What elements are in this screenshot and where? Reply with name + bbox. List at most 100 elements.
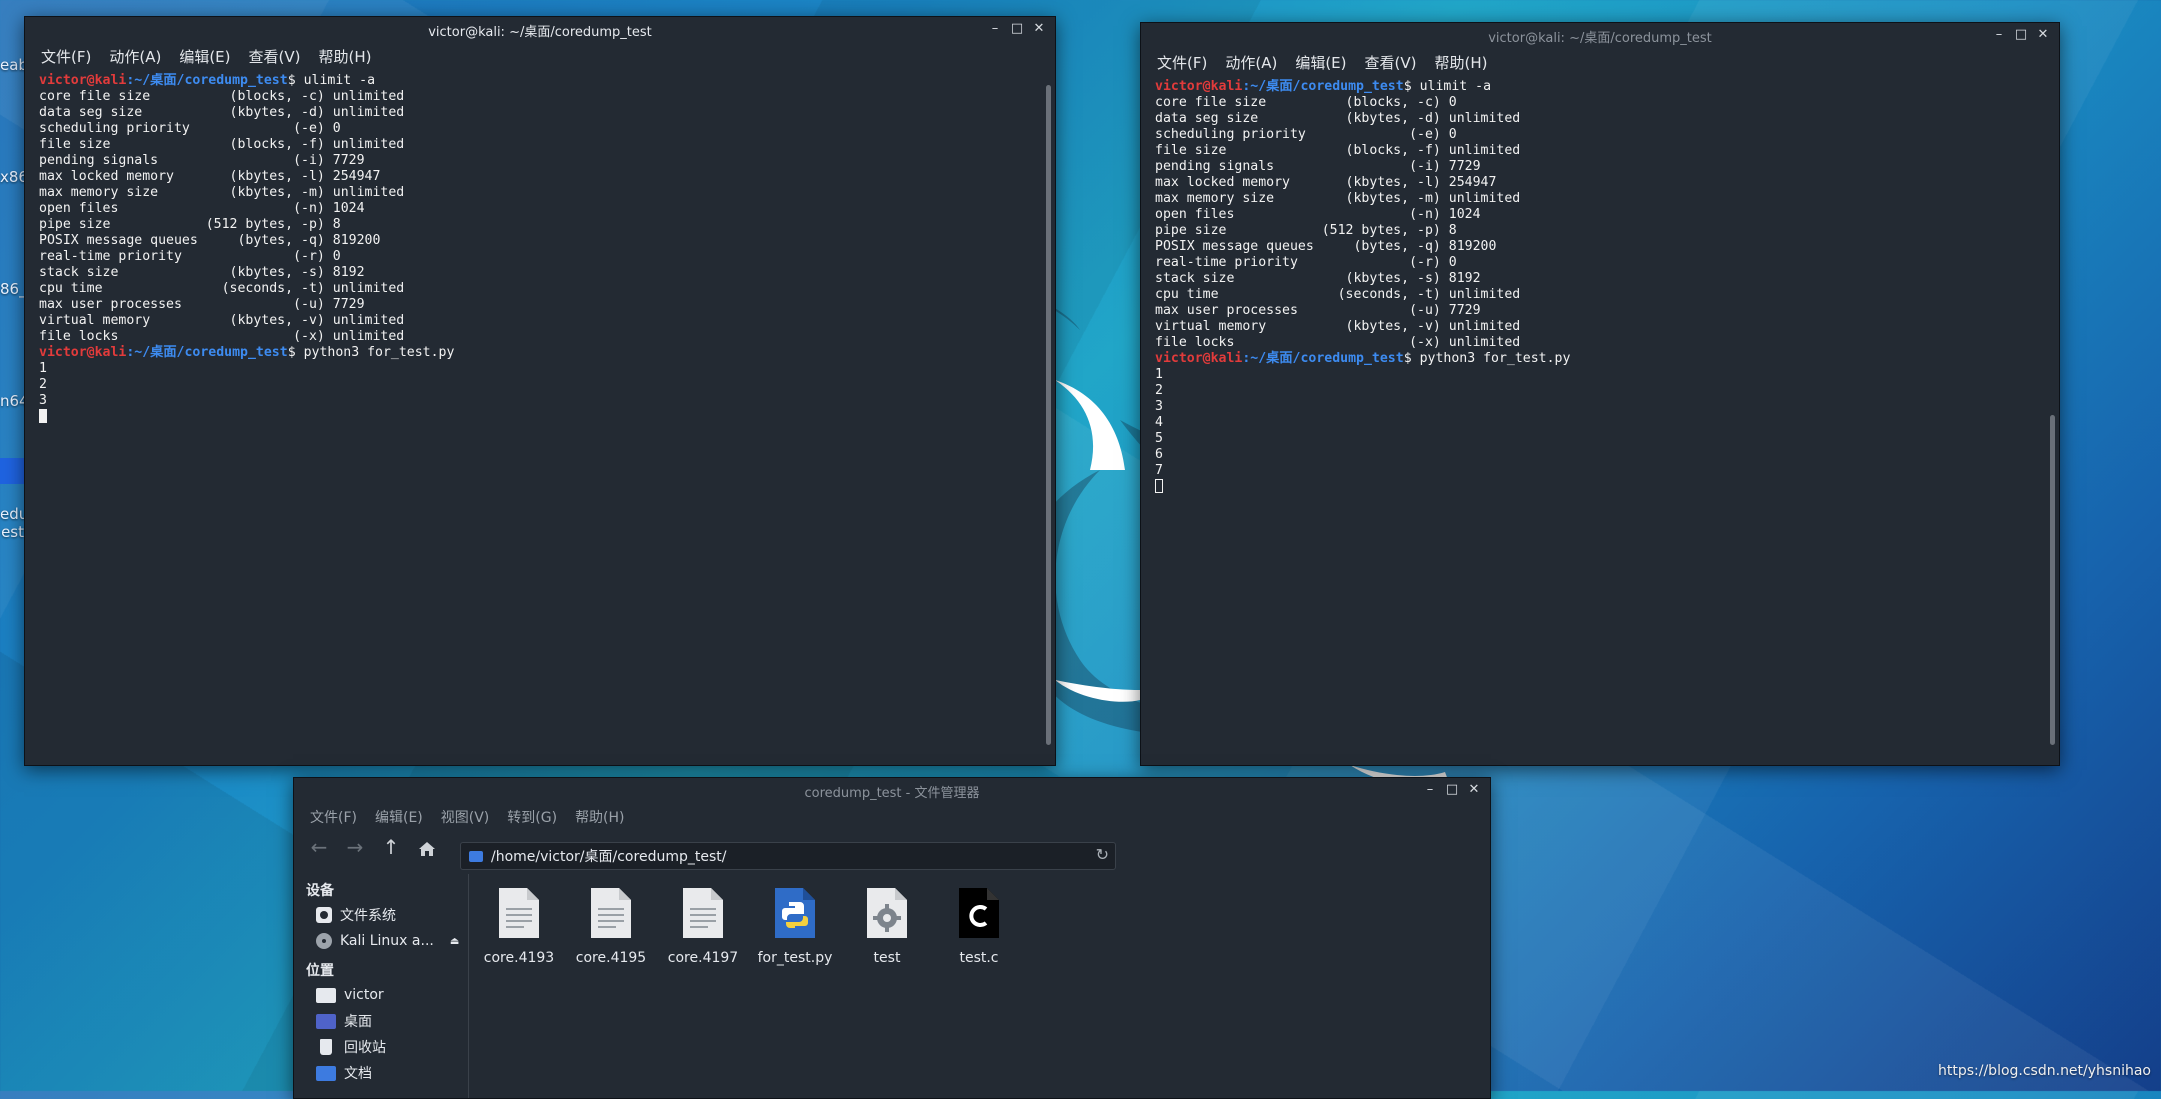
output-line: virtual memory (kbytes, -v) unlimited	[1155, 319, 1521, 334]
window-title: victor@kali: ~/桌面/coredump_test	[1488, 30, 1712, 46]
output-line: 4	[1155, 415, 1163, 430]
file-item[interactable]: test.c	[942, 886, 1016, 966]
prompt-path: :~/桌面/coredump_test	[1242, 79, 1404, 94]
file-item[interactable]: core.4195	[574, 886, 648, 966]
output-line: POSIX message queues (bytes, -q) 819200	[1155, 239, 1497, 254]
terminal-output[interactable]: victor@kali:~/桌面/coredump_test$ ulimit -…	[1155, 79, 2039, 761]
sidebar-item-victor[interactable]: victor	[294, 982, 468, 1008]
output-line: scheduling priority (-e) 0	[39, 121, 341, 136]
sidebar-item-documents[interactable]: 文档	[294, 1060, 468, 1086]
output-line: max locked memory (kbytes, -l) 254947	[1155, 175, 1497, 190]
window-titlebar[interactable]: coredump_test - 文件管理器 – □ ✕	[294, 778, 1490, 804]
desktop-folder-icon	[316, 1013, 336, 1029]
desktop-icon-label[interactable]: 86_	[0, 280, 24, 298]
sidebar-item-label: 文件系统	[340, 908, 396, 924]
sidebar-item-trash[interactable]: 回收站	[294, 1034, 468, 1060]
prompt-user: victor@kali	[1155, 79, 1243, 94]
menu-help[interactable]: 帮助(H)	[575, 807, 624, 827]
up-arrow-icon[interactable]: ↑	[376, 833, 406, 861]
terminal-window-right[interactable]: victor@kali: ~/桌面/coredump_test – □ ✕ 文件…	[1140, 22, 2060, 766]
refresh-icon[interactable]: ↻	[1096, 845, 1109, 864]
menu-help[interactable]: 帮助(H)	[1434, 52, 1487, 73]
prompt-line: victor@kali:~/桌面/coredump_test$ python3 …	[39, 345, 1035, 361]
sidebar: 设备 文件系统 Kali Linux a... ⏏ 位置 victor 桌面 回…	[294, 874, 469, 1098]
menu-view[interactable]: 查看(V)	[1365, 52, 1417, 73]
menu-file[interactable]: 文件(F)	[41, 46, 91, 67]
output-line: real-time priority (-r) 0	[1155, 255, 1457, 270]
window-title: coredump_test - 文件管理器	[804, 785, 980, 801]
file-manager-window[interactable]: coredump_test - 文件管理器 – □ ✕ 文件(F) 编辑(E) …	[293, 777, 1491, 1099]
sidebar-heading-devices: 设备	[306, 883, 334, 899]
output-line: pending signals (-i) 7729	[1155, 159, 1481, 174]
desktop-icon-label[interactable]: est	[0, 523, 24, 541]
scrollbar[interactable]	[1046, 85, 1051, 745]
desktop-icon-label[interactable]: eab	[0, 56, 24, 74]
maximize-icon[interactable]: □	[1009, 20, 1025, 38]
close-icon[interactable]: ✕	[1031, 20, 1047, 38]
home-folder-icon	[316, 987, 336, 1003]
back-arrow-icon[interactable]: ←	[304, 833, 334, 861]
output-line: stack size (kbytes, -s) 8192	[1155, 271, 1481, 286]
forward-arrow-icon[interactable]: →	[340, 833, 370, 861]
sidebar-item-filesystem[interactable]: 文件系统	[294, 902, 468, 928]
sidebar-item-label: 回收站	[344, 1040, 386, 1056]
menu-file[interactable]: 文件(F)	[310, 807, 357, 827]
file-item[interactable]: for_test.py	[758, 886, 832, 966]
location-bar[interactable]: /home/victor/桌面/coredump_test/ ↻	[460, 842, 1116, 870]
menu-edit[interactable]: 编辑(E)	[1295, 52, 1346, 73]
window-titlebar[interactable]: victor@kali: ~/桌面/coredump_test – □ ✕	[1141, 23, 2059, 49]
output-line: scheduling priority (-e) 0	[1155, 127, 1457, 142]
terminal-window-left[interactable]: victor@kali: ~/桌面/coredump_test – □ ✕ 文件…	[24, 16, 1056, 766]
sidebar-item-label: 文档	[344, 1066, 372, 1082]
close-icon[interactable]: ✕	[2035, 26, 2051, 44]
minimize-icon[interactable]: –	[987, 20, 1003, 38]
menu-action[interactable]: 动作(A)	[1225, 52, 1277, 73]
trash-icon	[320, 1039, 332, 1055]
sidebar-item-kali-disc[interactable]: Kali Linux a... ⏏	[294, 928, 468, 954]
menubar: 文件(F) 动作(A) 编辑(E) 查看(V) 帮助(H)	[1141, 49, 2059, 75]
menu-view[interactable]: 查看(V)	[249, 46, 301, 67]
file-name: core.4197	[667, 950, 739, 966]
file-name: test	[873, 950, 901, 966]
output-line: 5	[1155, 431, 1163, 446]
sidebar-item-desktop[interactable]: 桌面	[294, 1008, 468, 1034]
sidebar-item-label: victor	[344, 987, 384, 1003]
file-item[interactable]: core.4193	[482, 886, 556, 966]
output-line: 7	[1155, 463, 1163, 478]
output-line: file size (blocks, -f) unlimited	[39, 137, 405, 152]
prompt-path: :~/桌面/coredump_test	[126, 73, 288, 88]
desktop-icon-selected[interactable]	[0, 458, 24, 484]
close-icon[interactable]: ✕	[1466, 781, 1482, 799]
maximize-icon[interactable]: □	[1444, 781, 1460, 799]
minimize-icon[interactable]: –	[1991, 26, 2007, 44]
output-line: 6	[1155, 447, 1163, 462]
folder-icon	[469, 850, 483, 862]
file-item[interactable]: core.4197	[666, 886, 740, 966]
menu-help[interactable]: 帮助(H)	[318, 46, 371, 67]
menu-view[interactable]: 视图(V)	[441, 807, 490, 827]
desktop-icon-label[interactable]: n64	[0, 392, 24, 410]
menu-file[interactable]: 文件(F)	[1157, 52, 1207, 73]
window-titlebar[interactable]: victor@kali: ~/桌面/coredump_test – □ ✕	[25, 17, 1055, 43]
eject-icon[interactable]: ⏏	[450, 936, 459, 947]
file-item[interactable]: test	[850, 886, 924, 966]
desktop-icon-label[interactable]: edum	[0, 505, 24, 523]
minimize-icon[interactable]: –	[1422, 781, 1438, 799]
home-icon[interactable]	[412, 833, 442, 861]
menu-edit[interactable]: 编辑(E)	[179, 46, 230, 67]
scrollbar[interactable]	[2050, 415, 2055, 745]
sidebar-item-label: 桌面	[344, 1014, 372, 1030]
menu-edit[interactable]: 编辑(E)	[375, 807, 423, 827]
file-name: for_test.py	[757, 950, 833, 966]
maximize-icon[interactable]: □	[2013, 26, 2029, 44]
command-text: $ ulimit -a	[287, 73, 376, 88]
menu-action[interactable]: 动作(A)	[109, 46, 161, 67]
text-cursor	[39, 409, 47, 423]
output-line: POSIX message queues (bytes, -q) 819200	[39, 233, 381, 248]
desktop-icon-label[interactable]: x86	[0, 168, 24, 186]
menu-go[interactable]: 转到(G)	[507, 807, 557, 827]
menubar: 文件(F) 动作(A) 编辑(E) 查看(V) 帮助(H)	[25, 43, 1055, 69]
text-file-icon	[499, 888, 539, 938]
output-line: open files (-n) 1024	[39, 201, 365, 216]
terminal-output[interactable]: victor@kali:~/桌面/coredump_test$ ulimit -…	[39, 73, 1035, 761]
